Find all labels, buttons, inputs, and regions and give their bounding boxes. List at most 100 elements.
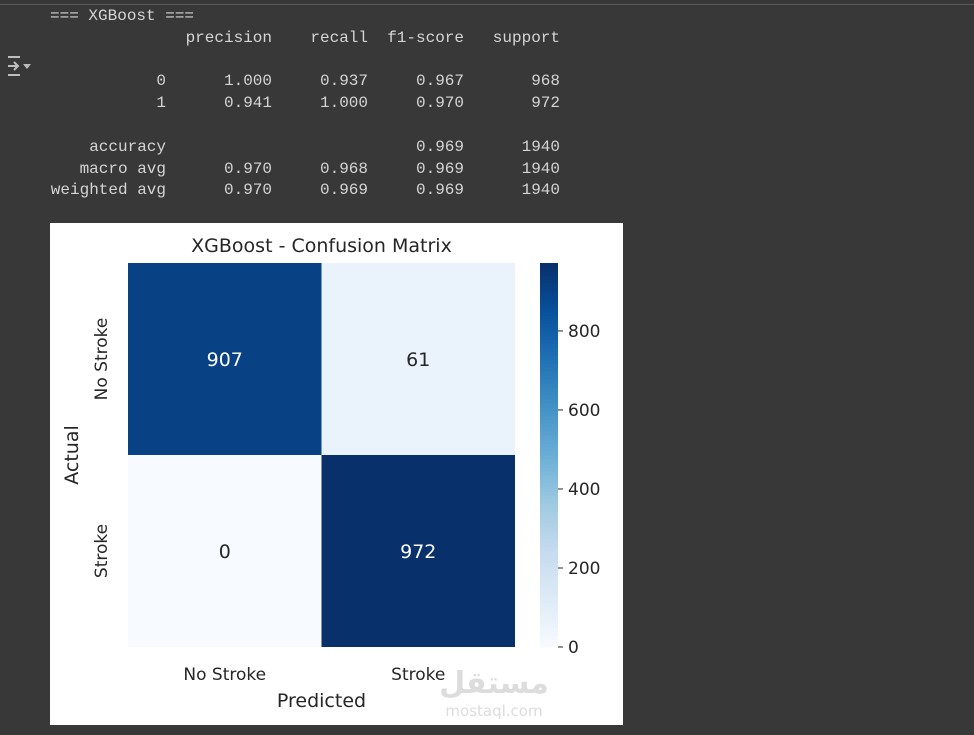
colorbar-segment: [540, 423, 558, 428]
colorbar-segment: [540, 475, 558, 480]
colorbar-segment: [540, 519, 558, 524]
report-cell: 968: [531, 72, 560, 91]
colorbar-segment: [540, 607, 558, 612]
report-header: recall: [310, 28, 368, 47]
colorbar-segment: [540, 379, 558, 384]
colorbar-segment: [540, 479, 558, 484]
classification-report: === XGBoost === precision recall f1-score su…: [50, 6, 560, 202]
colorbar-segment: [540, 431, 558, 436]
watermark-text: mostaql.com: [445, 702, 542, 720]
cell-value-label: 61: [406, 349, 430, 371]
colorbar-segment: [540, 523, 558, 528]
report-cell: 1.000: [319, 94, 368, 113]
colorbar-segment: [540, 459, 558, 464]
x-tick-label: Stroke: [391, 665, 445, 685]
colorbar-segment: [540, 427, 558, 432]
colorbar-segment: [540, 511, 558, 516]
colorbar-segment: [540, 327, 558, 332]
colorbar-segment: [540, 631, 558, 636]
colorbar-segment: [540, 367, 558, 372]
report-cell: 0.937: [319, 72, 368, 91]
colorbar-segment: [540, 587, 558, 592]
colorbar-segment: [540, 515, 558, 520]
colorbar-segment: [540, 419, 558, 424]
colorbar-segment: [540, 579, 558, 584]
colorbar-segment: [540, 299, 558, 304]
report-cell: 0.970: [223, 181, 272, 200]
watermark-logo: مستقل: [439, 666, 549, 701]
colorbar-segment: [540, 451, 558, 456]
colorbar-tick-label: 0: [568, 638, 579, 658]
report-cell: 1.000: [223, 72, 272, 91]
colorbar-segment: [540, 375, 558, 380]
output-toggle-icon[interactable]: [6, 55, 34, 77]
report-cell: 0.968: [319, 159, 368, 178]
colorbar-segment: [540, 487, 558, 492]
colorbar-segment: [540, 319, 558, 324]
colorbar-segment: [540, 463, 558, 468]
colorbar-segment: [540, 503, 558, 508]
report-cell: 0.969: [319, 181, 368, 200]
colorbar-segment: [540, 391, 558, 396]
colorbar-segment: [540, 351, 558, 356]
colorbar-segment: [540, 535, 558, 540]
colorbar-segment: [540, 615, 558, 620]
colorbar-segment: [540, 599, 558, 604]
colorbar-segment: [540, 363, 558, 368]
report-row: 1 0.941 1.000 0.970 972: [50, 93, 560, 115]
colorbar-segment: [540, 555, 558, 560]
colorbar-segment: [540, 623, 558, 628]
report-header-row: precision recall f1-score support: [50, 28, 560, 50]
colorbar-segment: [540, 295, 558, 300]
colorbar-segment: [540, 551, 558, 556]
report-header: support: [492, 28, 560, 47]
colorbar-segment: [540, 439, 558, 444]
report-cell: 0.941: [223, 94, 272, 113]
colorbar-segment: [540, 407, 558, 412]
colorbar-segment: [540, 443, 558, 448]
colorbar-segment: [540, 467, 558, 472]
colorbar-segment: [540, 595, 558, 600]
colorbar-segment: [540, 415, 558, 420]
colorbar-segment: [540, 403, 558, 408]
colorbar-segment: [540, 383, 558, 388]
cell-value-label: 972: [400, 541, 436, 563]
colorbar-segment: [540, 559, 558, 564]
colorbar-segment: [540, 591, 558, 596]
colorbar-segment: [540, 323, 558, 328]
x-axis-label: Predicted: [277, 690, 366, 712]
report-cell: 0.967: [415, 72, 464, 91]
report-cell: 0.970: [223, 159, 272, 178]
colorbar-segment: [540, 619, 558, 624]
report-title: === XGBoost ===: [50, 7, 195, 25]
report-cell: 0.970: [415, 94, 464, 113]
report-cell: 1940: [521, 159, 560, 178]
colorbar-tick-label: 600: [568, 401, 600, 421]
colorbar-segment: [540, 507, 558, 512]
colorbar-segment: [540, 527, 558, 532]
colorbar-tick-label: 200: [568, 559, 600, 579]
report-row: weighted avg 0.970 0.969 0.969 1940: [50, 180, 560, 202]
colorbar-segment: [540, 399, 558, 404]
colorbar-segment: [540, 263, 558, 268]
report-row: 0 1.000 0.937 0.967 968: [50, 71, 560, 93]
colorbar-segment: [540, 575, 558, 580]
colorbar-segment: [540, 307, 558, 312]
colorbar-segment: [540, 539, 558, 544]
colorbar-segment: [540, 303, 558, 308]
colorbar-segment: [540, 483, 558, 488]
colorbar-segment: [540, 335, 558, 340]
report-row: accuracy 0.969 1940: [50, 137, 560, 159]
report-row: macro avg 0.970 0.968 0.969 1940: [50, 159, 560, 181]
confusion-matrix-chart: XGBoost - Confusion Matrix 907 61 0 972 No St…: [61, 235, 600, 720]
colorbar-segment: [540, 643, 558, 648]
colorbar-segment: [540, 635, 558, 640]
colorbar-segment: [540, 455, 558, 460]
report-cell: macro avg: [79, 159, 166, 178]
report-cell: weighted avg: [50, 181, 166, 200]
colorbar-segment: [540, 499, 558, 504]
colorbar-segment: [540, 495, 558, 500]
report-cell: 0.969: [415, 159, 464, 178]
